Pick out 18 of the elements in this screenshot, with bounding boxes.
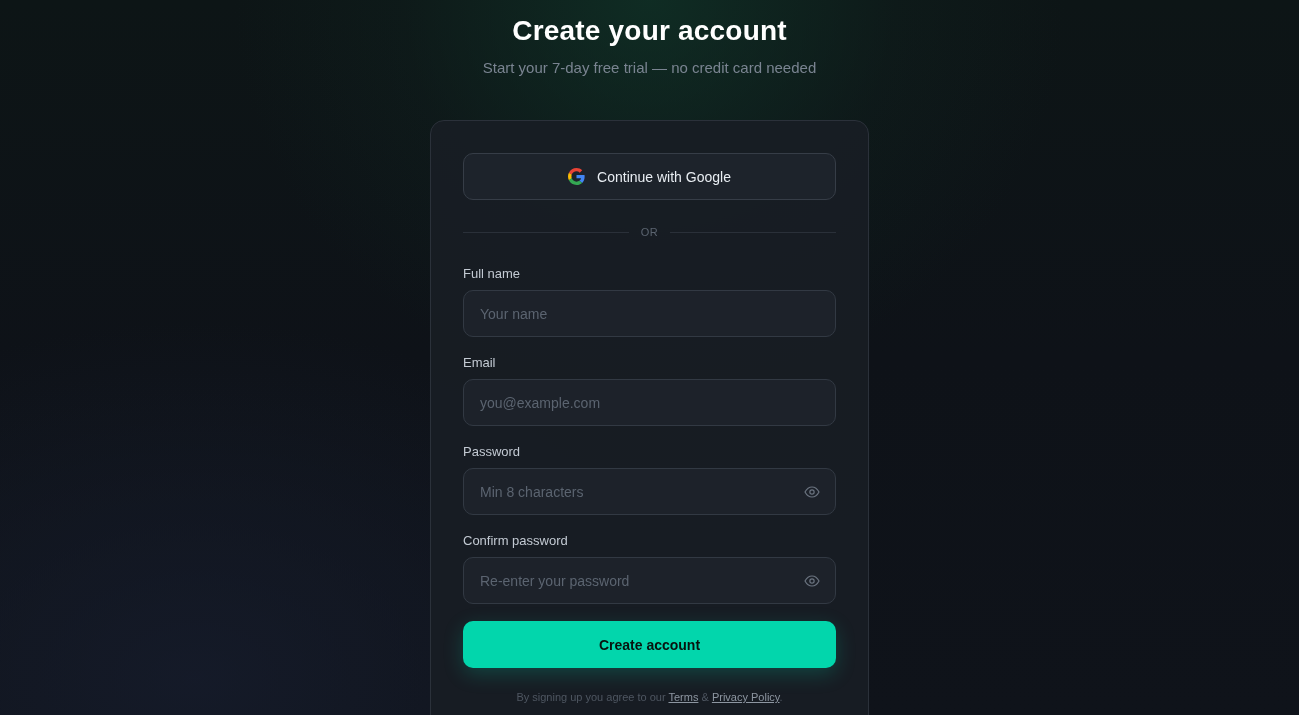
google-signin-button[interactable]: Continue with Google [463,153,836,200]
eye-icon[interactable] [804,573,820,589]
page-subtitle: Start your 7-day free trial — no credit card needed [482,58,817,78]
field-label: Password [463,443,522,461]
create-account-button[interactable]: Create account [463,621,836,668]
page-title: Create your account [512,14,787,48]
input-field[interactable]: Your name [463,290,836,337]
legal-link[interactable]: Terms [668,691,699,703]
google-icon [568,168,586,185]
divider-label: OR [640,226,659,238]
eye-icon[interactable] [804,484,820,500]
input-field[interactable]: Re-enter your password [463,557,836,604]
field-label: Email [463,354,497,372]
field-label: Full name [463,265,522,283]
field-label: Confirm password [463,532,569,550]
legal-link[interactable]: Privacy Policy [711,691,780,703]
input-field[interactable]: you@example.com [463,379,836,426]
input-field[interactable]: Min 8 characters [463,468,836,515]
